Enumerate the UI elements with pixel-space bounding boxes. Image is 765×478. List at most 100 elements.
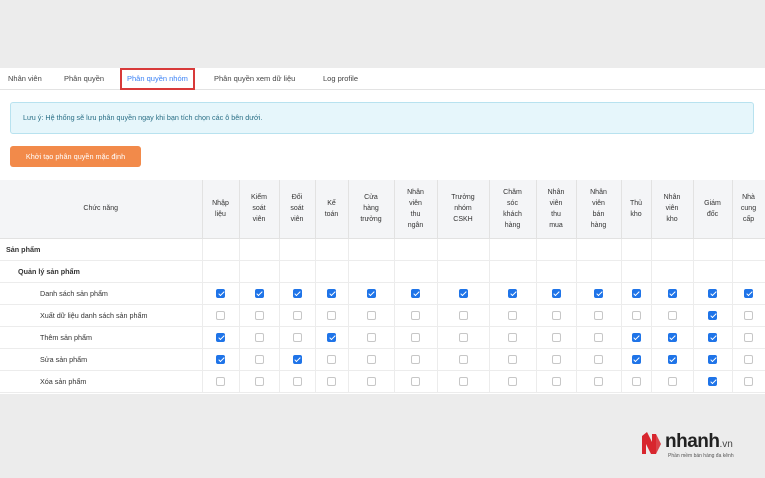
permission-checkbox-unchecked[interactable] <box>594 376 603 386</box>
permission-checkbox-unchecked[interactable] <box>366 332 376 342</box>
permission-checkbox-checked[interactable] <box>216 354 225 364</box>
permission-checkbox-unchecked[interactable] <box>458 332 468 342</box>
permission-checkbox-unchecked[interactable] <box>411 332 420 342</box>
tab-log-profile[interactable]: Log profile <box>323 68 358 90</box>
permission-checkbox-unchecked[interactable] <box>667 310 677 320</box>
permission-checkbox-unchecked[interactable] <box>744 376 753 386</box>
permission-checkbox-unchecked[interactable] <box>327 354 336 364</box>
permission-checkbox-unchecked[interactable] <box>508 310 517 320</box>
permission-checkbox-unchecked[interactable] <box>327 376 336 386</box>
permission-checkbox-unchecked[interactable] <box>292 310 302 320</box>
tab-phan-quyen-xem-du-lieu[interactable]: Phân quyền xem dữ liệu <box>214 68 295 90</box>
permission-cell <box>576 304 622 327</box>
permission-checkbox-checked[interactable] <box>508 288 517 298</box>
permission-checkbox-checked[interactable] <box>708 332 717 342</box>
permission-checkbox-checked[interactable] <box>327 288 336 298</box>
nhanh-logo: nhanh.vn Phần mềm bán hàng đa kênh <box>640 431 755 460</box>
permission-checkbox-checked[interactable] <box>292 354 302 364</box>
permission-checkbox-unchecked[interactable] <box>594 332 603 342</box>
permission-checkbox-unchecked[interactable] <box>631 376 641 386</box>
permission-checkbox-checked[interactable] <box>708 310 717 320</box>
permission-checkbox-unchecked[interactable] <box>458 310 468 320</box>
permission-checkbox-unchecked[interactable] <box>631 310 641 320</box>
permission-checkbox-unchecked[interactable] <box>292 332 302 342</box>
permission-cell <box>394 304 438 327</box>
role-header-word: liệu <box>215 210 226 218</box>
permission-checkbox-unchecked[interactable] <box>366 310 376 320</box>
role-header-word: Cửa <box>364 194 378 202</box>
permission-checkbox-checked[interactable] <box>708 376 717 386</box>
tab-phan-quyen[interactable]: Phân quyền <box>64 68 104 90</box>
permission-checkbox-unchecked[interactable] <box>551 310 561 320</box>
permission-checkbox-unchecked[interactable] <box>667 376 677 386</box>
permission-checkbox-unchecked[interactable] <box>366 354 376 364</box>
permission-checkbox-unchecked[interactable] <box>551 376 561 386</box>
permission-checkbox-unchecked[interactable] <box>744 332 753 342</box>
permission-checkbox-unchecked[interactable] <box>508 332 517 342</box>
permission-cell <box>239 260 280 283</box>
permission-checkbox-unchecked[interactable] <box>254 376 264 386</box>
permission-checkbox-unchecked[interactable] <box>744 354 753 364</box>
permission-checkbox-checked[interactable] <box>708 288 717 298</box>
role-header-word: viên <box>665 205 679 213</box>
permission-checkbox-unchecked[interactable] <box>254 332 264 342</box>
permission-cell <box>621 326 652 349</box>
role-column-header: Kiểm soát viên <box>239 180 280 239</box>
tab-phan-quyen-nhom[interactable]: Phân quyền nhóm <box>120 68 195 90</box>
permission-checkbox-unchecked[interactable] <box>411 310 420 320</box>
permission-checkbox-checked[interactable] <box>631 354 641 364</box>
permission-checkbox-unchecked[interactable] <box>594 310 603 320</box>
permission-checkbox-checked[interactable] <box>667 332 677 342</box>
permission-checkbox-checked[interactable] <box>708 354 717 364</box>
function-label: Sửa sản phẩm <box>0 348 203 371</box>
permission-checkbox-unchecked[interactable] <box>411 376 420 386</box>
permission-checkbox-checked[interactable] <box>327 332 336 342</box>
init-default-permissions-button[interactable]: Khởi tạo phân quyền mặc định <box>10 146 141 167</box>
permission-checkbox-unchecked[interactable] <box>458 354 468 364</box>
permission-checkbox-unchecked[interactable] <box>508 376 517 386</box>
permission-checkbox-unchecked[interactable] <box>508 354 517 364</box>
permission-checkbox-checked[interactable] <box>667 288 677 298</box>
table-row: Quản lý sản phẩm <box>0 260 765 283</box>
permission-checkbox-checked[interactable] <box>744 288 753 298</box>
permission-cell <box>489 348 537 371</box>
tab-nhan-vien[interactable]: Nhân viên <box>8 68 42 90</box>
permission-checkbox-checked[interactable] <box>254 288 264 298</box>
permission-checkbox-checked[interactable] <box>631 288 641 298</box>
role-header-word: bán <box>592 210 605 218</box>
permission-checkbox-unchecked[interactable] <box>327 310 336 320</box>
permission-checkbox-checked[interactable] <box>216 332 225 342</box>
permission-checkbox-unchecked[interactable] <box>551 354 561 364</box>
permission-checkbox-checked[interactable] <box>216 288 225 298</box>
permission-checkbox-unchecked[interactable] <box>551 332 561 342</box>
permission-checkbox-unchecked[interactable] <box>254 310 264 320</box>
permission-cell <box>239 304 280 327</box>
permission-checkbox-unchecked[interactable] <box>292 376 302 386</box>
permission-checkbox-checked[interactable] <box>292 288 302 298</box>
permission-checkbox-checked[interactable] <box>411 288 420 298</box>
role-header-word: Nhân <box>590 188 607 196</box>
permission-checkbox-unchecked[interactable] <box>744 310 753 320</box>
permission-checkbox-unchecked[interactable] <box>216 376 225 386</box>
permission-checkbox-checked[interactable] <box>551 288 561 298</box>
permission-checkbox-unchecked[interactable] <box>458 376 468 386</box>
permission-checkbox-checked[interactable] <box>594 288 603 298</box>
permission-checkbox-unchecked[interactable] <box>411 354 420 364</box>
permission-cell <box>315 238 349 261</box>
permission-cell <box>489 304 537 327</box>
role-header-word: Đối <box>291 194 303 202</box>
permission-checkbox-checked[interactable] <box>458 288 468 298</box>
permission-cell <box>489 260 537 283</box>
permission-cell <box>732 282 765 305</box>
permission-checkbox-unchecked[interactable] <box>366 376 376 386</box>
role-header-word: Nhân <box>407 188 424 196</box>
permission-checkbox-checked[interactable] <box>667 354 677 364</box>
role-header-word: soát <box>252 205 266 213</box>
permission-checkbox-unchecked[interactable] <box>594 354 603 364</box>
permission-cell <box>489 326 537 349</box>
permission-checkbox-unchecked[interactable] <box>216 310 225 320</box>
permission-checkbox-checked[interactable] <box>366 288 376 298</box>
role-header-word: nhóm <box>454 205 472 213</box>
permission-checkbox-checked[interactable] <box>631 332 641 342</box>
permission-checkbox-unchecked[interactable] <box>254 354 264 364</box>
